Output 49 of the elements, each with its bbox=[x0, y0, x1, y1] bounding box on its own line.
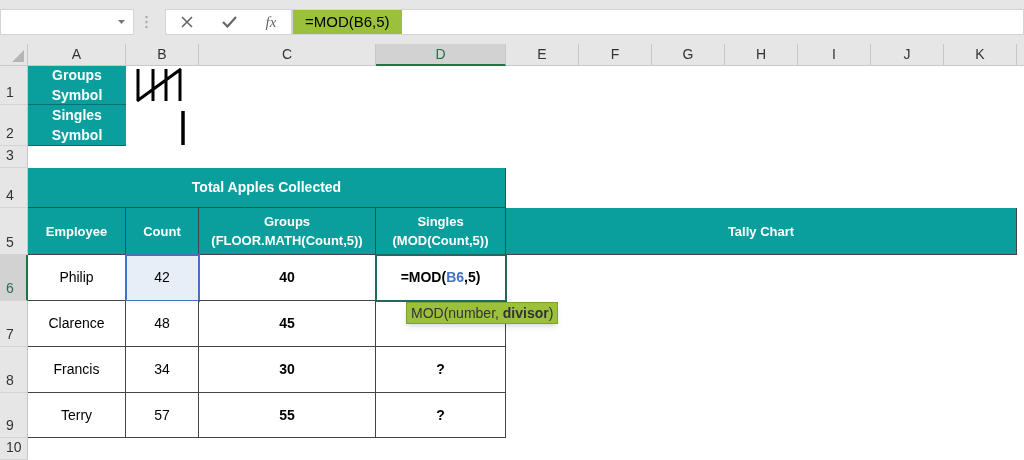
cell-editor[interactable]: =MOD(B6,5) bbox=[376, 255, 506, 301]
tally-mark-icon bbox=[181, 111, 185, 145]
table-title: Total Apples Collected bbox=[28, 168, 506, 208]
row-header[interactable]: 7 bbox=[0, 301, 28, 347]
column-heading: Groups (FLOOR.MATH(Count,5)) bbox=[199, 208, 376, 255]
column-header[interactable]: G bbox=[652, 44, 725, 66]
column-header[interactable]: K bbox=[944, 44, 1017, 66]
table-cell: 42 bbox=[126, 255, 199, 301]
function-tooltip: MOD(number, divisor) bbox=[406, 302, 559, 324]
row-header[interactable]: 1 bbox=[0, 66, 28, 105]
column-header[interactable]: E bbox=[506, 44, 579, 66]
insert-function-button[interactable]: fx bbox=[265, 10, 277, 34]
column-heading: Employee bbox=[28, 208, 126, 255]
close-icon[interactable] bbox=[180, 16, 193, 28]
row-header[interactable]: 2 bbox=[0, 105, 28, 146]
table-cell: ? bbox=[376, 347, 506, 393]
column-header[interactable]: C bbox=[199, 44, 376, 66]
row-header[interactable]: 10 bbox=[0, 438, 28, 460]
column-header[interactable]: J bbox=[871, 44, 944, 66]
table-cell: 55 bbox=[199, 393, 376, 438]
table-cell: 57 bbox=[126, 393, 199, 438]
formula-field[interactable]: =MOD(B6,5) bbox=[292, 9, 1024, 35]
row-header[interactable]: 8 bbox=[0, 347, 28, 393]
column-heading: Count bbox=[126, 208, 199, 255]
table-cell: 40 bbox=[199, 255, 376, 301]
column-heading: Tally Chart bbox=[506, 208, 1017, 255]
legend-label: Groups Symbol bbox=[28, 66, 126, 105]
table-cell: 34 bbox=[126, 347, 199, 393]
column-header[interactable]: H bbox=[725, 44, 798, 66]
table-cell: 45 bbox=[199, 301, 376, 347]
column-header[interactable]: B bbox=[126, 44, 199, 66]
drag-handle-icon[interactable] bbox=[145, 15, 148, 29]
row-header[interactable]: 9 bbox=[0, 393, 28, 438]
row-header[interactable]: 4 bbox=[0, 168, 28, 208]
tally-group-icon bbox=[136, 67, 182, 103]
column-header[interactable]: D bbox=[376, 44, 506, 66]
row-header[interactable]: 5 bbox=[0, 208, 28, 255]
table-cell: 30 bbox=[199, 347, 376, 393]
column-header[interactable]: A bbox=[28, 44, 126, 66]
column-header[interactable]: I bbox=[798, 44, 871, 66]
table-cell: ? bbox=[376, 393, 506, 438]
row-header[interactable]: 6 bbox=[0, 255, 28, 301]
column-header[interactable]: F bbox=[579, 44, 652, 66]
column-heading: Singles (MOD(Count,5)) bbox=[376, 208, 506, 255]
table-cell: 48 bbox=[126, 301, 199, 347]
row-header[interactable]: 3 bbox=[0, 146, 28, 168]
caret-icon[interactable] bbox=[118, 20, 125, 24]
legend-label: Singles Symbol bbox=[28, 105, 126, 146]
check-icon[interactable] bbox=[221, 16, 237, 28]
